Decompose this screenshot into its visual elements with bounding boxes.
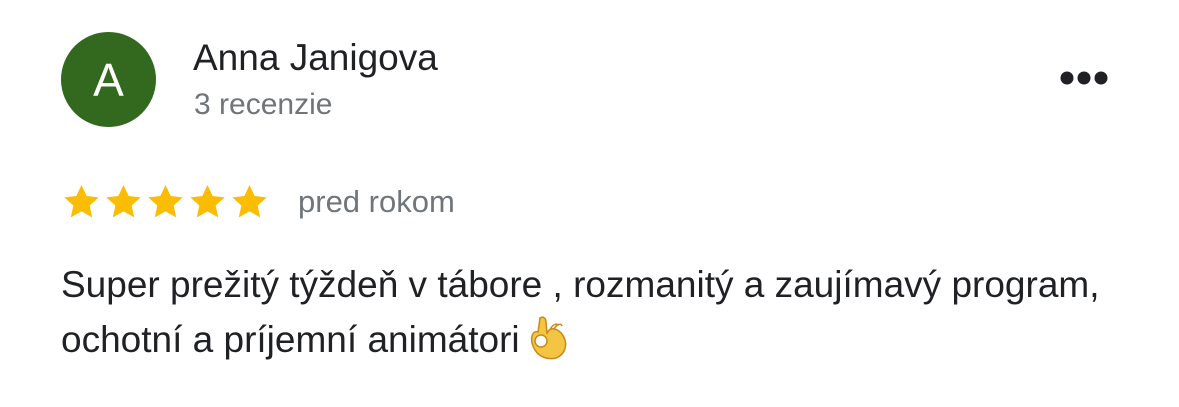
star-rating xyxy=(61,182,270,222)
review-text: Super prežitý týždeň v tábore , rozmanit… xyxy=(61,264,1100,360)
star-icon xyxy=(145,182,186,222)
star-icon xyxy=(61,182,102,222)
avatar[interactable]: A xyxy=(61,32,156,127)
author-reviews-count[interactable]: 3 recenzie xyxy=(194,86,332,124)
star-icon xyxy=(103,182,144,222)
more-options-button[interactable] xyxy=(1052,58,1116,98)
star-icon xyxy=(229,182,270,222)
ok-hand-emoji-icon xyxy=(526,314,570,360)
review-date: pred rokom xyxy=(298,184,455,219)
avatar-initial: A xyxy=(93,53,124,106)
review-text-block: Super prežitý týždeň v tábore , rozmanit… xyxy=(61,257,1131,367)
more-horizontal-icon xyxy=(1060,71,1108,85)
star-icon xyxy=(187,182,228,222)
author-name[interactable]: Anna Janigova xyxy=(193,36,438,80)
rating-row: pred rokom xyxy=(61,178,455,226)
review-card: A Anna Janigova 3 recenzie pred rokom Su… xyxy=(0,0,1179,407)
